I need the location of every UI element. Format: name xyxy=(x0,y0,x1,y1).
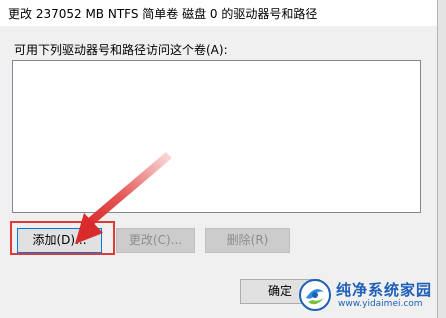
drive-letter-dialog: 更改 237052 MB NTFS 简单卷 磁盘 0 的驱动器号和路径 可用下列… xyxy=(0,0,446,318)
watermark-name: 纯净系统家园 xyxy=(336,281,433,299)
paths-label: 可用下列驱动器号和路径访问这个卷(A): xyxy=(14,43,228,57)
dialog-title: 更改 237052 MB NTFS 简单卷 磁盘 0 的驱动器号和路径 xyxy=(8,7,318,21)
change-button[interactable]: 更改(C)... xyxy=(116,228,195,253)
delete-button[interactable]: 删除(R) xyxy=(205,228,290,253)
watermark-url: www.yidaimei.com xyxy=(338,299,423,309)
paths-listbox[interactable] xyxy=(12,60,421,213)
watermark: 纯净系统家园 www.yidaimei.com xyxy=(298,276,440,314)
watermark-logo-icon xyxy=(299,279,331,311)
add-button[interactable]: 添加(D)... xyxy=(17,228,102,253)
dialog-titlebar: 更改 237052 MB NTFS 简单卷 磁盘 0 的驱动器号和路径 xyxy=(0,0,446,26)
background-window-strip xyxy=(438,0,446,318)
